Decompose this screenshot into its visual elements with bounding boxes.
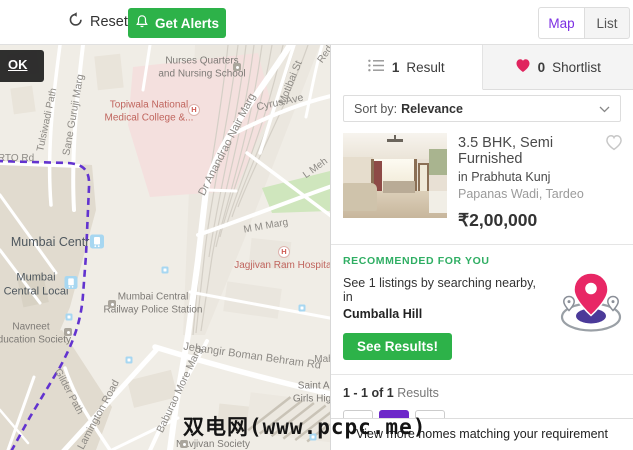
poi-icon	[180, 440, 188, 448]
poi-icon	[64, 328, 72, 336]
results-summary: 1 - 1 of 1 Results	[331, 375, 633, 400]
heart-icon	[515, 58, 531, 76]
shortlist-heart-icon[interactable]	[605, 134, 623, 156]
shortlist-tab-label: Shortlist	[552, 59, 601, 75]
poi-icon	[108, 300, 116, 308]
recommended-section: RECOMMENDED FOR YOU See 1 listings by se…	[331, 245, 633, 375]
list-icon	[368, 59, 385, 75]
results-panel: 1 Result 0 Shortlist Sort by: Relevance …	[330, 45, 633, 450]
map-pin-illustration	[555, 267, 627, 340]
bus-stop-icon	[298, 304, 306, 312]
get-alerts-label: Get Alerts	[154, 15, 220, 31]
see-results-button[interactable]: See Results!	[343, 333, 453, 360]
bus-stop-icon	[161, 266, 169, 274]
listing-card[interactable]: 3.5 BHK, Semi Furnished in Prabhuta Kunj…	[331, 122, 633, 245]
map-view-button[interactable]: Map	[538, 7, 584, 39]
bus-stop-icon	[309, 433, 317, 441]
shortlist-count: 0	[537, 59, 546, 75]
list-view-button[interactable]: List	[584, 7, 630, 39]
tab-shortlist[interactable]: 0 Shortlist	[482, 45, 633, 89]
top-toolbar: Reset Get Alerts Map List	[0, 0, 633, 45]
results-tabbar: 1 Result 0 Shortlist	[331, 45, 633, 90]
results-tab-label: Result	[406, 59, 445, 75]
chevron-down-icon	[599, 102, 610, 116]
listing-photo[interactable]	[343, 133, 447, 218]
listing-locality: Papanas Wadi, Tardeo	[458, 187, 584, 201]
view-more-link[interactable]: View more homes matching your requiremen…	[331, 418, 633, 450]
sort-prefix: Sort by:	[354, 101, 398, 116]
bus-stop-icon	[125, 356, 133, 364]
sort-value: Relevance	[401, 101, 463, 116]
toast-ok-button[interactable]: OK	[8, 57, 28, 72]
train-station-icon[interactable]	[90, 234, 104, 254]
recommended-text: See 1 listings by searching nearby, in	[343, 276, 536, 304]
results-suffix: Results	[397, 386, 439, 400]
hospital-icon[interactable]: H	[278, 246, 290, 258]
listing-info: 3.5 BHK, Semi Furnished in Prabhuta Kunj…	[447, 133, 621, 231]
poi-icon	[233, 63, 241, 71]
local-train-station-icon[interactable]	[64, 276, 78, 294]
get-alerts-button[interactable]: Get Alerts	[128, 8, 226, 38]
map-list-toggle: Map List	[538, 7, 630, 39]
bell-icon	[135, 14, 149, 32]
reset-button[interactable]: Reset	[68, 12, 128, 31]
recommended-heading: RECOMMENDED FOR YOU	[343, 255, 490, 267]
bus-stop-icon	[65, 313, 73, 321]
view-more-label: View more homes matching your requiremen…	[356, 427, 608, 441]
results-range: 1 - 1 of 1	[343, 386, 394, 400]
tab-results[interactable]: 1 Result	[331, 45, 483, 90]
map-canvas[interactable]: Nurses Quarters and Nursing School Topiw…	[0, 45, 330, 450]
undo-icon	[68, 12, 83, 31]
sort-dropdown[interactable]: Sort by: Relevance	[343, 95, 621, 122]
hospital-icon[interactable]: H	[188, 104, 200, 116]
map-toast: OK	[0, 50, 44, 82]
listing-subtitle: in Prabhuta Kunj	[458, 170, 551, 184]
listing-price: ₹2,00,000	[458, 210, 538, 230]
results-count: 1	[391, 59, 400, 75]
reset-label: Reset	[90, 13, 128, 30]
listing-title: 3.5 BHK, Semi Furnished	[458, 135, 554, 167]
